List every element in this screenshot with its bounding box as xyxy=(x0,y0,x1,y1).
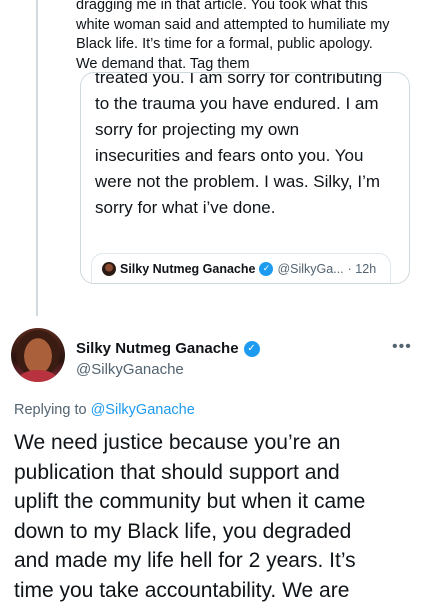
tweet-text-line: down to my Black life, you degraded xyxy=(14,517,424,547)
replying-to-handle-link[interactable]: @SilkyGanache xyxy=(91,402,195,418)
previous-tweet-line: white woman said and attempted to humili… xyxy=(76,16,421,36)
quoted-tweet-text: treated you. I am sorry for contributing… xyxy=(95,87,395,221)
previous-tweet-text: dragging me in that article. You took wh… xyxy=(76,0,421,74)
replying-to: Replying to @SilkyGanache xyxy=(14,402,195,418)
inner-avatar xyxy=(102,262,116,276)
verified-badge-icon: ✓ xyxy=(244,341,260,357)
verified-badge-icon: ✓ xyxy=(259,262,273,276)
quoted-tweet-line: sorry for what i’ve done. xyxy=(95,195,395,221)
tweet-text: We need justice because you’re an public… xyxy=(14,428,424,605)
inner-quoted-tweet-header[interactable]: Silky Nutmeg Ganache ✓ @SilkyGa... · 12h xyxy=(91,253,391,283)
replying-to-label: Replying to xyxy=(14,402,87,418)
inner-author-handle: @SilkyGa... xyxy=(277,262,343,276)
tweet-text-line: and made my life hell for 2 years. It’s xyxy=(14,546,424,576)
tweet-text-line: uplift the community but when it came xyxy=(14,487,424,517)
previous-tweet-line: Black life. It’s time for a formal, publ… xyxy=(76,35,421,55)
author-name-row[interactable]: Silky Nutmeg Ganache ✓ xyxy=(76,340,260,357)
previous-tweet-line: dragging me in that article. You took wh… xyxy=(76,0,421,16)
quoted-tweet-clipped-line: treated you. I am sorry for contributing xyxy=(95,72,395,91)
quoted-tweet-line: were not the problem. I was. Silky, I’m xyxy=(95,169,395,195)
tweet-text-line: publication that should support and xyxy=(14,458,424,488)
author-handle[interactable]: @SilkyGanache xyxy=(76,361,184,378)
author-name: Silky Nutmeg Ganache xyxy=(76,340,239,357)
quoted-tweet-line: to the trauma you have endured. I am xyxy=(95,91,395,117)
more-horizontal-icon[interactable]: ••• xyxy=(392,338,412,356)
tweet-text-line: time you take accountability. We are xyxy=(14,576,424,605)
quoted-tweet-line: sorry for projecting my own xyxy=(95,117,395,143)
avatar[interactable] xyxy=(11,328,65,382)
tweet-text-line: We need justice because you’re an xyxy=(14,428,424,458)
inner-author-name: Silky Nutmeg Ganache xyxy=(120,262,255,276)
inner-tweet-time: · 12h xyxy=(348,262,377,276)
quoted-tweet-card[interactable]: treated you. I am sorry for contributing… xyxy=(80,72,410,284)
thread-connector-line xyxy=(36,0,38,316)
quoted-tweet-line: insecurities and fears onto you. You xyxy=(95,143,395,169)
